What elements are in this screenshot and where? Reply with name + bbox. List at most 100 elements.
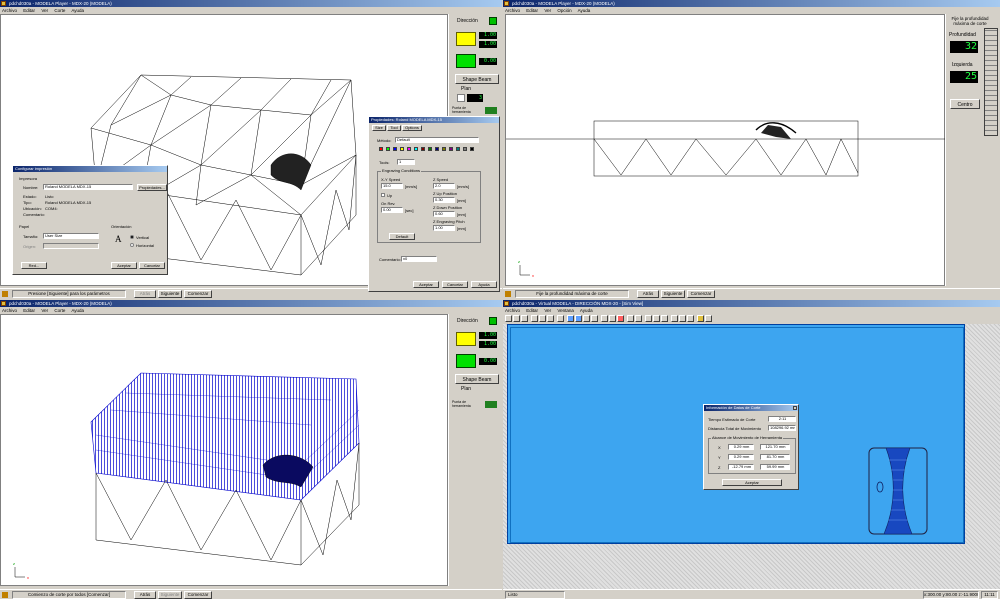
cancel-button[interactable]: Cancelar bbox=[139, 262, 165, 269]
new-icon[interactable] bbox=[505, 315, 512, 322]
pen-color-swatch[interactable] bbox=[400, 147, 404, 151]
pen-color-swatch[interactable] bbox=[414, 147, 418, 151]
menu-view[interactable]: Ver bbox=[41, 308, 48, 313]
back-button[interactable]: Atrás bbox=[134, 591, 156, 599]
view-iso-icon[interactable] bbox=[591, 315, 598, 322]
properties-button[interactable]: Propiedades... bbox=[137, 184, 167, 191]
view-top-icon[interactable] bbox=[567, 315, 574, 322]
open-icon[interactable] bbox=[513, 315, 520, 322]
horizontal-radio[interactable] bbox=[130, 243, 134, 247]
tool-icon[interactable] bbox=[485, 107, 497, 114]
settings-icon[interactable] bbox=[671, 315, 678, 322]
zoom-in-icon[interactable] bbox=[601, 315, 608, 322]
fast-forward-icon[interactable] bbox=[653, 315, 660, 322]
menu-view[interactable]: Ver bbox=[544, 308, 551, 313]
shape-beam-button[interactable]: Shape Beam bbox=[455, 374, 499, 384]
default-button[interactable]: Default bbox=[389, 233, 415, 240]
menu-edit[interactable]: Editar bbox=[23, 8, 35, 13]
view-side-icon[interactable] bbox=[583, 315, 590, 322]
menu-file[interactable]: Archivo bbox=[2, 8, 17, 13]
vertical-radio[interactable] bbox=[130, 235, 134, 239]
cube-bottom-icon[interactable] bbox=[456, 54, 476, 68]
tab-tool[interactable]: Tool bbox=[387, 125, 401, 131]
z-speed-input[interactable]: 2.0 bbox=[433, 183, 455, 189]
pen-color-swatch[interactable] bbox=[449, 147, 453, 151]
depth-slider[interactable] bbox=[984, 28, 998, 136]
shape-beam-button[interactable]: Shape Beam bbox=[455, 74, 499, 84]
next-button[interactable]: Siguiente bbox=[158, 591, 182, 599]
close-icon[interactable] bbox=[793, 406, 797, 410]
copy-icon[interactable] bbox=[539, 315, 546, 322]
pen-color-swatch[interactable] bbox=[421, 147, 425, 151]
pen-color-swatch[interactable] bbox=[386, 147, 390, 151]
center-button[interactable]: Centro bbox=[950, 99, 980, 109]
menu-help[interactable]: Ayuda bbox=[71, 8, 84, 13]
up-checkbox[interactable] bbox=[381, 193, 385, 197]
menu-view[interactable]: Ver bbox=[544, 8, 551, 13]
tab-options[interactable]: Options bbox=[402, 125, 422, 131]
cube-top-icon[interactable] bbox=[456, 32, 476, 46]
paper-size-select[interactable]: User Size bbox=[43, 233, 99, 239]
back-button[interactable]: Atrás bbox=[134, 290, 156, 298]
zoom-out-icon[interactable] bbox=[609, 315, 616, 322]
z-up-input[interactable]: 0.30 bbox=[433, 197, 455, 203]
method-select[interactable]: Default bbox=[395, 137, 479, 143]
save-icon[interactable] bbox=[521, 315, 528, 322]
toolpath-viewport[interactable]: x z bbox=[0, 314, 448, 586]
tab-size[interactable]: Size bbox=[372, 125, 386, 131]
menu-cut[interactable]: Corte bbox=[54, 308, 65, 313]
pen-color-swatch[interactable] bbox=[435, 147, 439, 151]
paper-source-select[interactable] bbox=[43, 243, 99, 249]
pen-color-swatch[interactable] bbox=[393, 147, 397, 151]
comment-input[interactable]: x0 bbox=[401, 256, 437, 262]
pen-color-swatch[interactable] bbox=[463, 147, 467, 151]
start-button[interactable]: Comenzar bbox=[687, 290, 715, 298]
rewind-icon[interactable] bbox=[661, 315, 668, 322]
z-down-input[interactable]: 0.60 bbox=[433, 211, 455, 217]
menu-file[interactable]: Archivo bbox=[505, 308, 520, 313]
direction-indicator-icon[interactable] bbox=[489, 17, 497, 25]
help-icon[interactable] bbox=[705, 315, 712, 322]
accept-button[interactable]: Aceptar bbox=[111, 262, 137, 269]
direction-indicator-icon[interactable] bbox=[489, 317, 497, 325]
cube-bottom-icon[interactable] bbox=[456, 354, 476, 368]
cancel-button[interactable]: Cancelar bbox=[442, 281, 468, 288]
menu-edit[interactable]: Editar bbox=[526, 8, 538, 13]
accept-button[interactable]: Aceptar bbox=[413, 281, 439, 288]
pen-color-swatch[interactable] bbox=[407, 147, 411, 151]
play-icon[interactable] bbox=[627, 315, 634, 322]
plan-arrow-icon[interactable] bbox=[457, 94, 465, 102]
next-button[interactable]: Siguiente bbox=[158, 290, 182, 298]
start-button[interactable]: Comenzar bbox=[184, 591, 212, 599]
back-button[interactable]: Atrás bbox=[637, 290, 659, 298]
menu-help[interactable]: Ayuda bbox=[580, 308, 593, 313]
tools-select[interactable]: 1 bbox=[397, 159, 415, 165]
menu-window[interactable]: Ventana bbox=[557, 308, 574, 313]
cut-icon[interactable] bbox=[531, 315, 538, 322]
stop-icon[interactable] bbox=[617, 315, 624, 322]
pen-color-swatch[interactable] bbox=[428, 147, 432, 151]
pen-color-swatch[interactable] bbox=[379, 147, 383, 151]
z-engrave-input[interactable]: 1.00 bbox=[433, 225, 455, 231]
menu-file[interactable]: Archivo bbox=[2, 308, 17, 313]
menu-edit[interactable]: Editar bbox=[526, 308, 538, 313]
paste-icon[interactable] bbox=[547, 315, 554, 322]
printer-name-select[interactable]: Roland MODELA MDX-15 bbox=[43, 184, 133, 190]
next-button[interactable]: Siguiente bbox=[661, 290, 685, 298]
help-button[interactable]: Ayuda bbox=[471, 281, 497, 288]
menu-edit[interactable]: Editar bbox=[23, 308, 35, 313]
on-rev-input[interactable]: 0.00 bbox=[381, 207, 403, 213]
menu-option[interactable]: Opción bbox=[557, 8, 571, 13]
network-button[interactable]: Red... bbox=[21, 262, 47, 269]
pen-color-swatch[interactable] bbox=[470, 147, 474, 151]
pause-icon[interactable] bbox=[635, 315, 642, 322]
side-view-viewport[interactable]: x z bbox=[505, 14, 946, 286]
view-front-icon[interactable] bbox=[575, 315, 582, 322]
tool-icon[interactable] bbox=[485, 401, 497, 408]
info-icon[interactable] bbox=[679, 315, 686, 322]
material-icon[interactable] bbox=[697, 315, 704, 322]
grid-icon[interactable] bbox=[687, 315, 694, 322]
accept-button[interactable]: Aceptar bbox=[722, 479, 782, 486]
start-button[interactable]: Comenzar bbox=[184, 290, 212, 298]
pen-color-swatch[interactable] bbox=[456, 147, 460, 151]
